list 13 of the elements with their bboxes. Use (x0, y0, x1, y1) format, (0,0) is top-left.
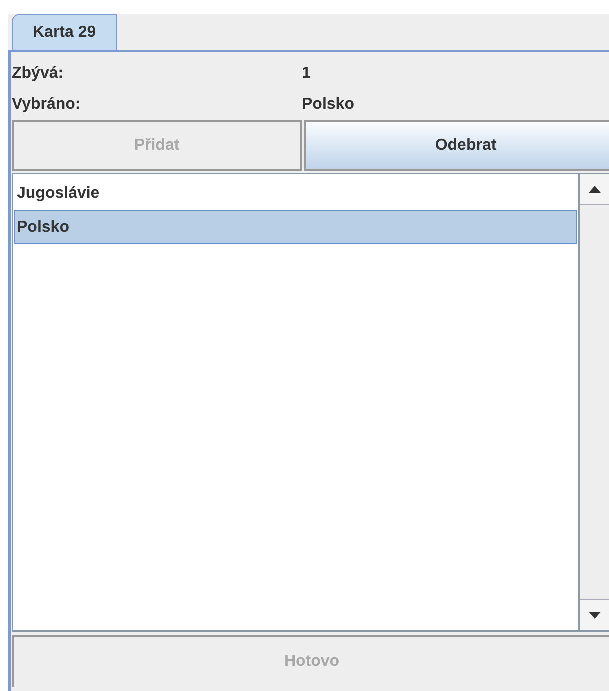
button[interactable]: Odebrat (304, 120, 609, 171)
up-arrow-icon (588, 186, 600, 192)
list-item[interactable]: Jugoslávie (14, 176, 577, 210)
scroll-up-button[interactable] (580, 174, 609, 205)
scroll-down-button[interactable] (580, 599, 609, 630)
field-value: 1 (302, 64, 312, 84)
field-label: Zbývá: (12, 64, 65, 84)
field-value: Polsko (302, 95, 356, 115)
list-item[interactable]: Polsko (14, 210, 577, 244)
scrollbar[interactable] (578, 174, 609, 630)
field-label: Vybráno: (12, 95, 82, 115)
down-arrow-icon (588, 612, 600, 618)
tab[interactable]: Karta 29 (12, 14, 118, 50)
